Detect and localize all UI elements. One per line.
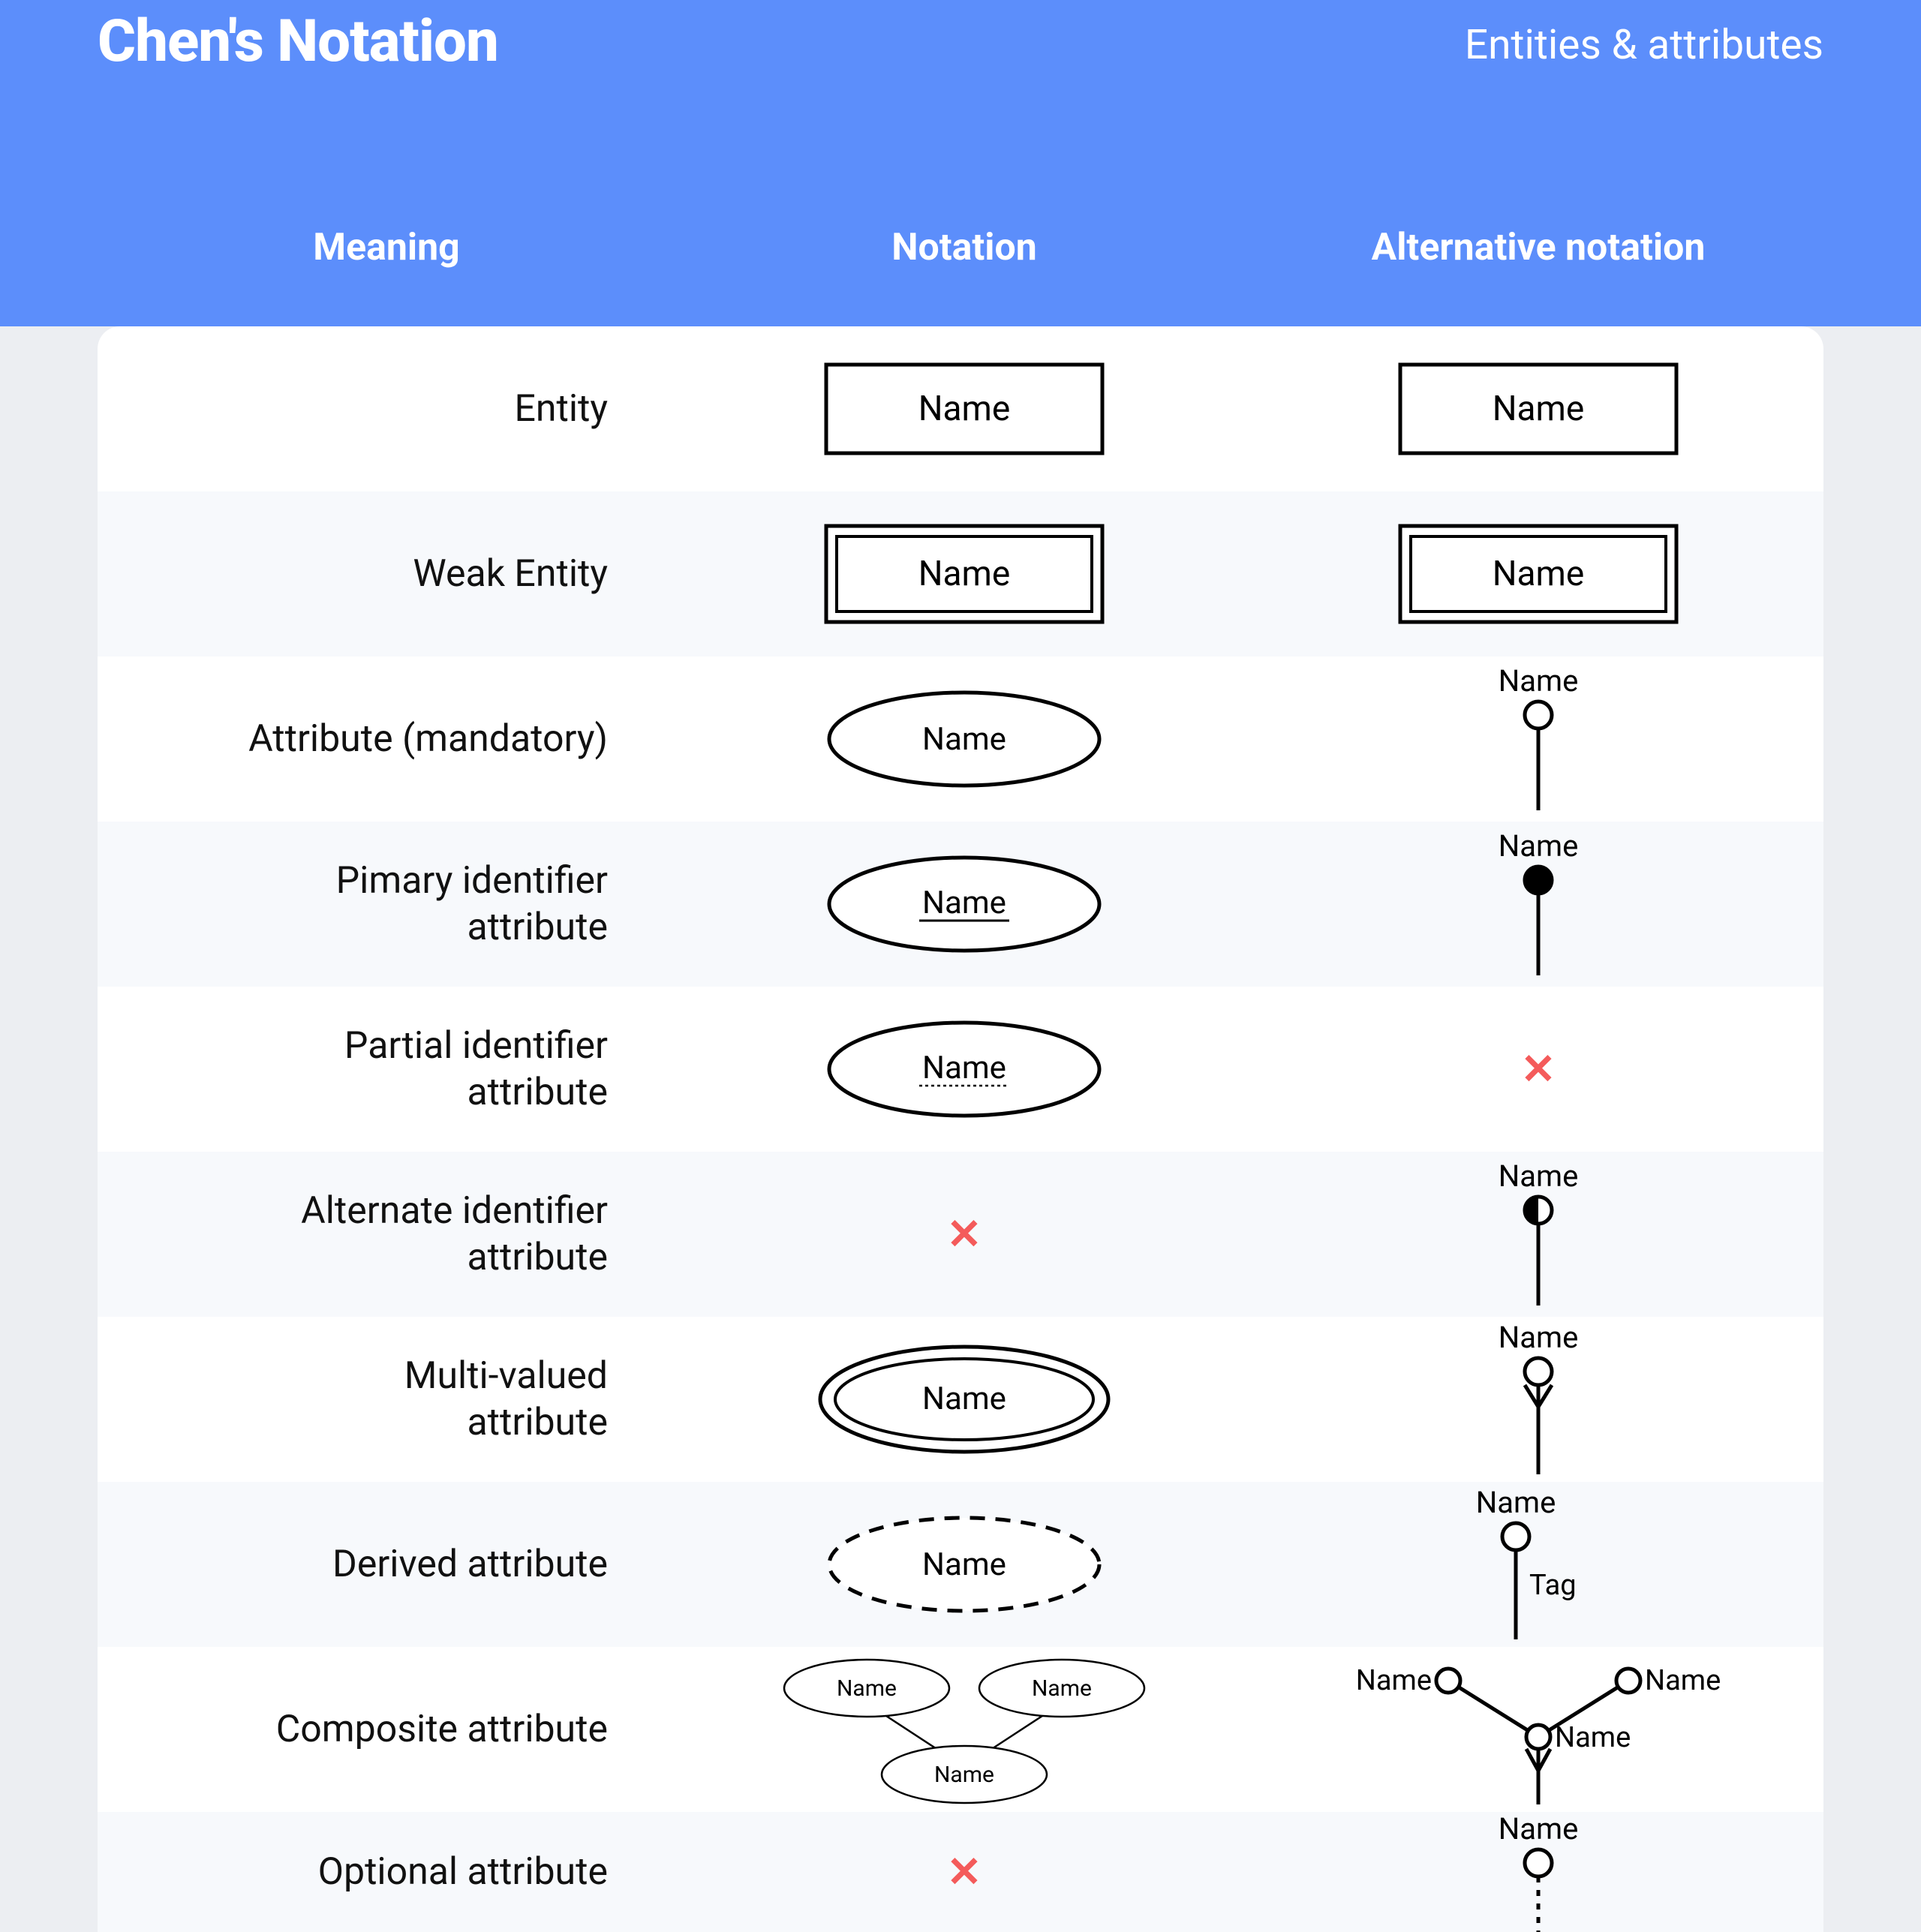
table-row: Multi-valuedattribute Name Name (98, 1317, 1823, 1482)
lollipop-composite-icon: Name Name Name (1351, 1651, 1726, 1808)
svg-text:Name: Name (922, 1050, 1006, 1086)
col-notation-header: Notation (675, 226, 1253, 269)
alt-cell: Name (1253, 360, 1823, 458)
svg-text:Tag: Tag (1529, 1569, 1577, 1602)
svg-text:Name: Name (1555, 1721, 1631, 1754)
notation-cell: Name (675, 360, 1253, 458)
svg-text:Name: Name (922, 1546, 1006, 1583)
lollipop-multivalued-icon: Name (1463, 1321, 1613, 1478)
table-row: Pimary identifierattribute Name Name (98, 822, 1823, 987)
svg-text:Name: Name (918, 554, 1011, 594)
meaning-cell: Alternate identifierattribute (98, 1188, 675, 1281)
svg-text:Name: Name (1499, 1812, 1579, 1846)
alt-cell: Name Tag (1253, 1486, 1823, 1643)
meaning-cell: Multi-valuedattribute (98, 1353, 675, 1447)
lollipop-optional-icon: Name (1463, 1812, 1613, 1932)
meaning-cell: Weak Entity (98, 551, 675, 598)
col-meaning-header: Meaning (98, 226, 675, 269)
alt-cell: ✕ (1253, 1044, 1823, 1094)
weak-entity-rect-icon: Name (1396, 521, 1681, 626)
x-icon: ✕ (947, 1847, 982, 1897)
page-title: Chen's Notation (98, 8, 498, 76)
svg-text:Name: Name (922, 721, 1006, 758)
table-row: Partial identifierattribute Name ✕ (98, 987, 1823, 1152)
svg-text:Name: Name (1645, 1664, 1721, 1697)
weak-entity-rect-icon: Name (822, 521, 1107, 626)
table-row: Entity Name Name (98, 326, 1823, 491)
alt-cell: Name (1253, 1321, 1823, 1478)
alt-cell: Name Name Name (1253, 1651, 1823, 1808)
primary-id-ellipse-icon: Name (822, 852, 1107, 957)
partial-id-ellipse-icon: Name (822, 1017, 1107, 1122)
meaning-cell: Attribute (mandatory) (98, 716, 675, 763)
notation-cell: Name (675, 852, 1253, 957)
table-row: Optional attribute ✕ Name (98, 1812, 1823, 1932)
alt-cell: Name (1253, 1812, 1823, 1932)
svg-text:Name: Name (1032, 1675, 1092, 1702)
x-icon: ✕ (947, 1209, 982, 1259)
notation-cell: ✕ (675, 1847, 1253, 1897)
notation-cell: Name (675, 1343, 1253, 1456)
svg-text:Name: Name (1499, 1321, 1579, 1355)
x-icon: ✕ (1521, 1044, 1556, 1094)
svg-text:Name: Name (922, 885, 1006, 921)
lollipop-filled-icon: Name (1463, 829, 1613, 979)
svg-text:Name: Name (1476, 1486, 1556, 1520)
svg-text:Name: Name (934, 1762, 994, 1788)
notation-cell: Name (675, 1017, 1253, 1122)
notation-cell: Name (675, 1512, 1253, 1617)
notation-cell: ✕ (675, 1209, 1253, 1259)
svg-text:Name: Name (1493, 389, 1585, 429)
notation-cell: Name (675, 521, 1253, 626)
svg-text:Name: Name (922, 1381, 1006, 1417)
alt-cell: Name (1253, 664, 1823, 814)
attribute-ellipse-icon: Name (822, 687, 1107, 792)
lollipop-hollow-icon: Name (1463, 664, 1613, 814)
notation-table: Entity Name Name Weak Entity Name (98, 326, 1823, 1932)
multivalued-ellipse-icon: Name (814, 1343, 1114, 1456)
entity-rect-icon: Name (1396, 360, 1681, 458)
entity-rect-icon: Name (822, 360, 1107, 458)
lollipop-half-icon: Name (1463, 1159, 1613, 1309)
alt-cell: Name (1253, 521, 1823, 626)
svg-text:Name: Name (1356, 1664, 1432, 1697)
svg-text:Name: Name (1499, 829, 1579, 864)
meaning-cell: Optional attribute (98, 1849, 675, 1896)
alt-cell: Name (1253, 829, 1823, 979)
svg-text:Name: Name (1499, 664, 1579, 699)
lollipop-derived-icon: Name Tag (1441, 1486, 1636, 1643)
svg-text:Name: Name (918, 389, 1011, 429)
composite-ellipse-icon: Name Name Name (769, 1651, 1159, 1808)
meaning-cell: Derived attribute (98, 1541, 675, 1588)
page-subtitle: Entities & attributes (1465, 8, 1823, 69)
svg-text:Name: Name (837, 1675, 897, 1702)
table-row: Derived attribute Name Name Tag (98, 1482, 1823, 1647)
col-alt-header: Alternative notation (1253, 226, 1823, 269)
header: Chen's Notation Entities & attributes Me… (0, 0, 1921, 326)
meaning-cell: Partial identifierattribute (98, 1023, 675, 1116)
table-row: Weak Entity Name Name (98, 491, 1823, 657)
derived-ellipse-icon: Name (822, 1512, 1107, 1617)
notation-cell: Name Name Name (675, 1651, 1253, 1808)
column-headers: Meaning Notation Alternative notation (98, 226, 1823, 269)
meaning-cell: Pimary identifierattribute (98, 858, 675, 951)
meaning-cell: Entity (98, 386, 675, 433)
notation-cell: Name (675, 687, 1253, 792)
table-row: Attribute (mandatory) Name Name (98, 657, 1823, 822)
table-row: Composite attribute Name Name Name Name … (98, 1647, 1823, 1812)
table-row: Alternate identifierattribute ✕ Name (98, 1152, 1823, 1317)
meaning-cell: Composite attribute (98, 1706, 675, 1753)
svg-text:Name: Name (1499, 1159, 1579, 1194)
alt-cell: Name (1253, 1159, 1823, 1309)
svg-text:Name: Name (1493, 554, 1585, 594)
